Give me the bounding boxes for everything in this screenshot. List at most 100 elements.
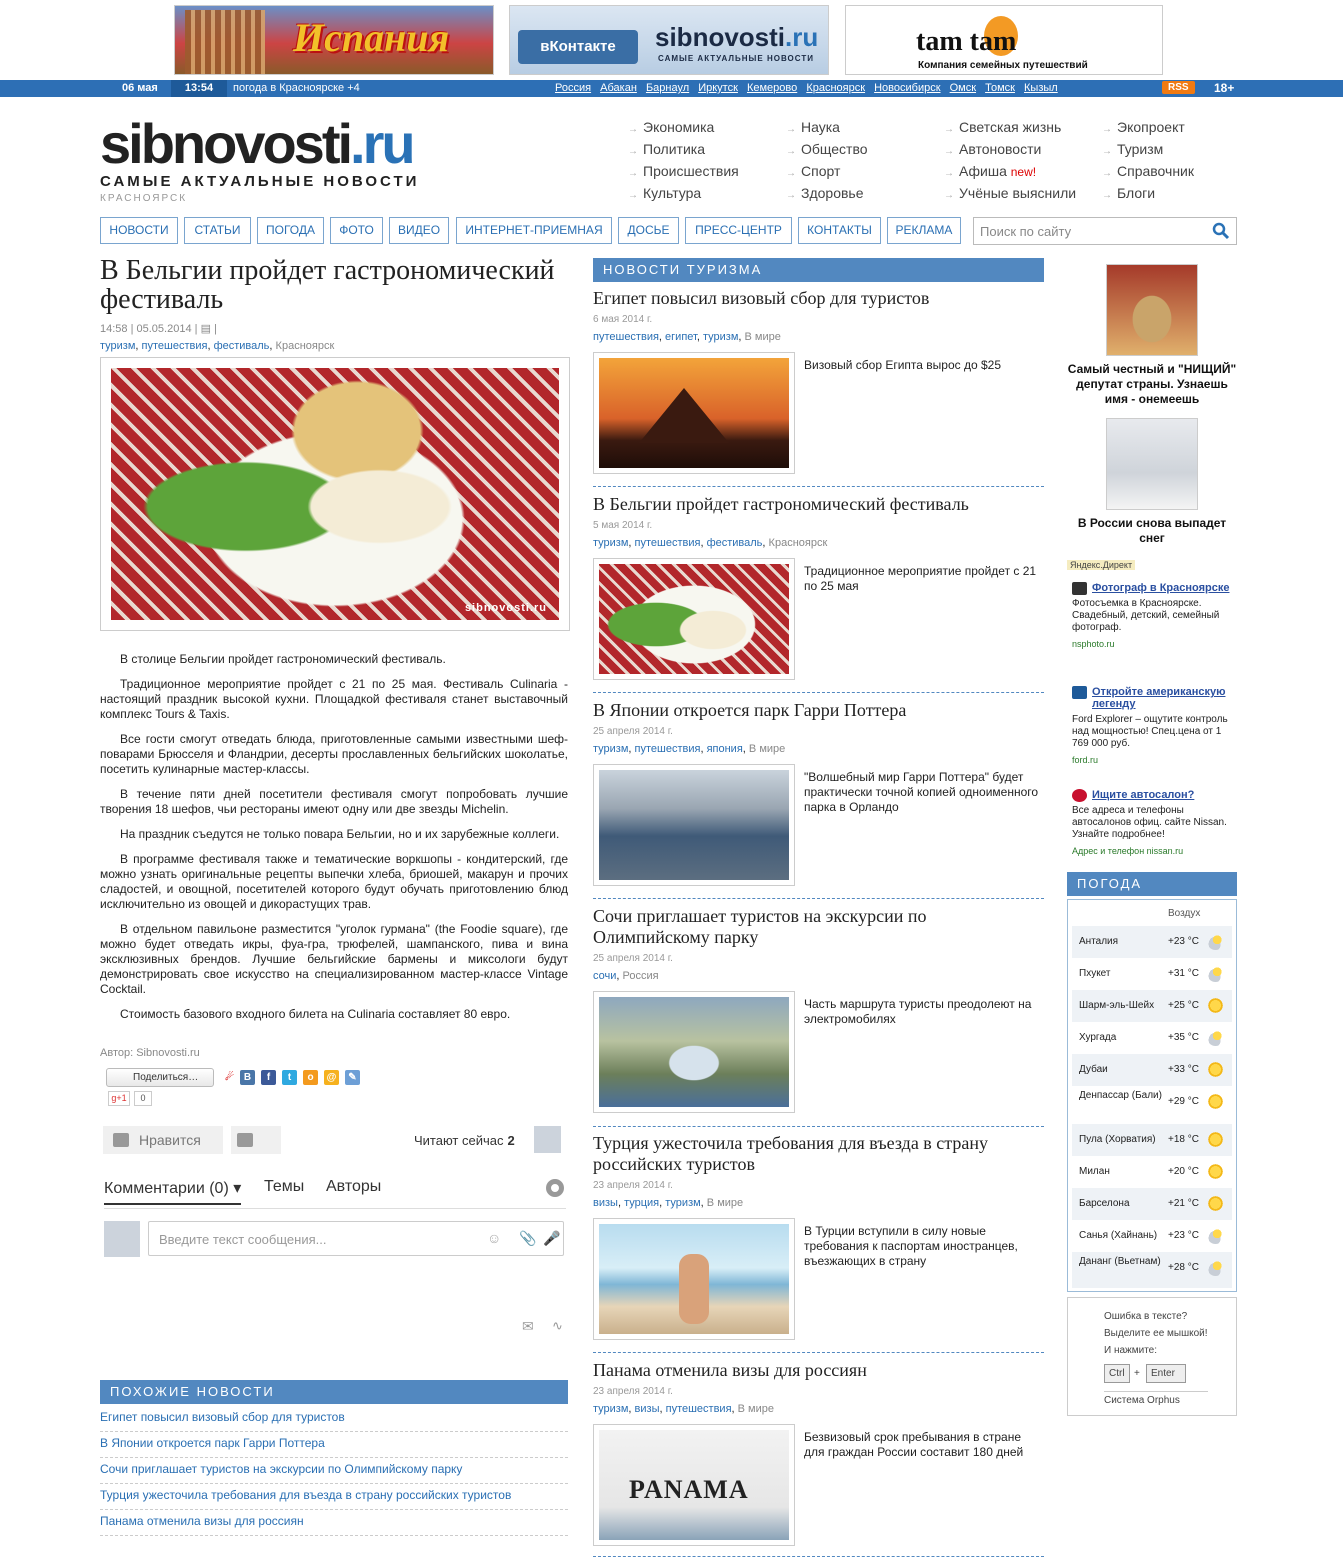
news-title[interactable]: Египет повысил визовый сбор для туристов xyxy=(593,288,1044,309)
nav-advertising[interactable]: РЕКЛАМА xyxy=(887,217,961,244)
attach-icon[interactable]: 📎 xyxy=(519,1230,536,1247)
rss-button[interactable]: RSS xyxy=(1162,81,1195,94)
nav-press-center[interactable]: ПРЕСС-ЦЕНТР xyxy=(685,217,792,244)
promo-item[interactable]: Самый честный и "НИЩИЙ" депутат страны. … xyxy=(1067,264,1237,407)
facebook-share-icon[interactable]: f xyxy=(261,1070,276,1085)
ad-domain[interactable]: ford.ru xyxy=(1072,754,1237,766)
gear-icon[interactable] xyxy=(546,1179,564,1197)
nav-articles[interactable]: СТАТЬИ xyxy=(184,217,251,244)
city-link[interactable]: Барнаул xyxy=(646,82,689,94)
category-link[interactable]: Культура xyxy=(628,182,739,204)
nav-video[interactable]: ВИДЕО xyxy=(389,217,449,244)
nav-news[interactable]: НОВОСТИ xyxy=(100,217,178,244)
tag-link[interactable]: туризм xyxy=(665,1197,700,1209)
city-link[interactable]: Россия xyxy=(555,82,591,94)
mail-share-icon[interactable]: @ xyxy=(324,1070,339,1085)
city-link[interactable]: Омск xyxy=(950,82,976,94)
promo-item[interactable]: В России снова выпадет снег xyxy=(1067,418,1237,546)
emoji-icon[interactable]: ☺ xyxy=(487,1230,501,1246)
similar-news-link[interactable]: Египет повысил визовый сбор для туристов xyxy=(100,1406,568,1432)
news-thumbnail[interactable] xyxy=(593,764,795,886)
category-link-afisha[interactable]: Афиша new! xyxy=(944,160,1076,182)
category-link[interactable]: Светская жизнь xyxy=(944,116,1076,138)
similar-news-link[interactable]: Панама отменила визы для россиян xyxy=(100,1510,568,1536)
news-title[interactable]: В Бельгии пройдет гастрономический фести… xyxy=(593,494,1044,515)
city-link[interactable]: Томск xyxy=(985,82,1015,94)
city-link[interactable]: Абакан xyxy=(600,82,637,94)
category-link[interactable]: Общество xyxy=(786,138,868,160)
orphus-system-link[interactable]: Система Orphus xyxy=(1104,1392,1236,1409)
tag-link[interactable]: визы xyxy=(593,1197,618,1209)
news-title[interactable]: Турция ужесточила требования для въезда … xyxy=(593,1133,1044,1175)
news-thumbnail[interactable] xyxy=(593,991,795,1113)
city-link[interactable]: Иркутск xyxy=(698,82,738,94)
category-link[interactable]: Туризм xyxy=(1102,138,1194,160)
comment-input[interactable]: Введите текст сообщения... ☺ 📎 🎤 xyxy=(148,1221,564,1256)
search-input[interactable]: Поиск по сайту xyxy=(973,217,1237,245)
similar-news-link[interactable]: Сочи приглашает туристов на экскурсии по… xyxy=(100,1458,568,1484)
vk-banner[interactable]: вКонтакте sibnovosti.ru САМЫЕ АКТУАЛЬНЫЕ… xyxy=(509,5,829,75)
category-link[interactable]: Экономика xyxy=(628,116,739,138)
news-thumbnail[interactable]: PANAMA xyxy=(593,1424,795,1546)
tag-link[interactable]: визы xyxy=(635,1403,660,1415)
category-link[interactable]: Здоровье xyxy=(786,182,868,204)
category-link[interactable]: Учёные выяснили xyxy=(944,182,1076,204)
category-link[interactable]: Справочник xyxy=(1102,160,1194,182)
reader-avatar[interactable] xyxy=(534,1126,561,1153)
tag-link[interactable]: туризм xyxy=(593,1403,628,1415)
odnoklassniki-share-icon[interactable]: o xyxy=(303,1070,318,1085)
tag-link[interactable]: япония xyxy=(707,743,743,755)
spain-banner[interactable]: Испания xyxy=(174,5,494,75)
tag-link[interactable]: туризм xyxy=(593,743,628,755)
similar-news-link[interactable]: Турция ужесточила требования для въезда … xyxy=(100,1484,568,1510)
google-plus-button[interactable]: g+1 xyxy=(108,1091,130,1106)
news-thumbnail[interactable] xyxy=(593,352,795,474)
news-title[interactable]: Панама отменила визы для россиян xyxy=(593,1360,1044,1381)
news-thumbnail[interactable] xyxy=(593,558,795,680)
ad-title[interactable]: Фотограф в Красноярске xyxy=(1072,582,1237,595)
similar-news-link[interactable]: В Японии откроется парк Гарри Поттера xyxy=(100,1432,568,1458)
category-link[interactable]: Автоновости xyxy=(944,138,1076,160)
livejournal-share-icon[interactable]: ✎ xyxy=(345,1070,360,1085)
ad-domain[interactable]: Адрес и телефон nissan.ru xyxy=(1072,845,1237,857)
tag-link[interactable]: туризм xyxy=(593,537,628,549)
site-logo[interactable]: sibnovosti.ru САМЫЕ АКТУАЛЬНЫЕ НОВОСТИ К… xyxy=(100,115,419,205)
category-link[interactable]: Блоги xyxy=(1102,182,1194,204)
nav-dossier[interactable]: ДОСЬЕ xyxy=(618,217,679,244)
tamtam-banner[interactable]: tam tam Компания семейных путешествий xyxy=(845,5,1163,75)
rss-icon[interactable]: ∿ xyxy=(552,1318,563,1334)
mail-icon[interactable]: ✉ xyxy=(522,1318,534,1335)
city-link[interactable]: Кызыл xyxy=(1024,82,1058,94)
twitter-share-icon[interactable]: t xyxy=(282,1070,297,1085)
category-link[interactable]: Экопроект xyxy=(1102,116,1194,138)
ad-title[interactable]: Ищите автосалон? xyxy=(1072,789,1237,802)
city-link[interactable]: Красноярск xyxy=(806,82,865,94)
share-person-icon[interactable]: ☄ xyxy=(222,1070,237,1085)
ad-domain[interactable]: nsphoto.ru xyxy=(1072,638,1237,650)
tag-link[interactable]: путешествия xyxy=(635,743,701,755)
city-link[interactable]: Новосибирск xyxy=(874,82,940,94)
nav-reception[interactable]: ИНТЕРНЕТ-ПРИЕМНАЯ xyxy=(456,217,612,244)
tab-topics[interactable]: Темы xyxy=(264,1178,304,1196)
tag-link[interactable]: египет xyxy=(665,331,697,343)
category-link[interactable]: Спорт xyxy=(786,160,868,182)
vk-share-icon[interactable]: В xyxy=(240,1070,255,1085)
tag-link[interactable]: туризм xyxy=(703,331,738,343)
tab-comments[interactable]: Комментарии (0) ▾ xyxy=(104,1178,242,1205)
ad-title[interactable]: Откройте американскую легенду xyxy=(1072,686,1237,710)
nav-photo[interactable]: ФОТО xyxy=(330,217,383,244)
tab-authors[interactable]: Авторы xyxy=(326,1178,381,1196)
category-link[interactable]: Происшествия xyxy=(628,160,739,182)
news-title[interactable]: Сочи приглашает туристов на экскурсии по… xyxy=(593,906,1044,948)
like-button[interactable]: Нравится xyxy=(103,1126,223,1154)
tag-link[interactable]: фестиваль xyxy=(707,537,763,549)
category-link[interactable]: Политика xyxy=(628,138,739,160)
weather-summary[interactable]: погода в Красноярске +4 xyxy=(233,82,360,94)
tag-link[interactable]: путешествия xyxy=(593,331,659,343)
nav-weather[interactable]: ПОГОДА xyxy=(257,217,324,244)
share-button[interactable]: Поделиться… xyxy=(106,1068,214,1087)
microphone-icon[interactable]: 🎤 xyxy=(543,1230,560,1247)
tag-link[interactable]: путешествия xyxy=(666,1403,732,1415)
tag-link[interactable]: фестиваль xyxy=(214,340,270,352)
tag-link[interactable]: сочи xyxy=(593,970,616,982)
